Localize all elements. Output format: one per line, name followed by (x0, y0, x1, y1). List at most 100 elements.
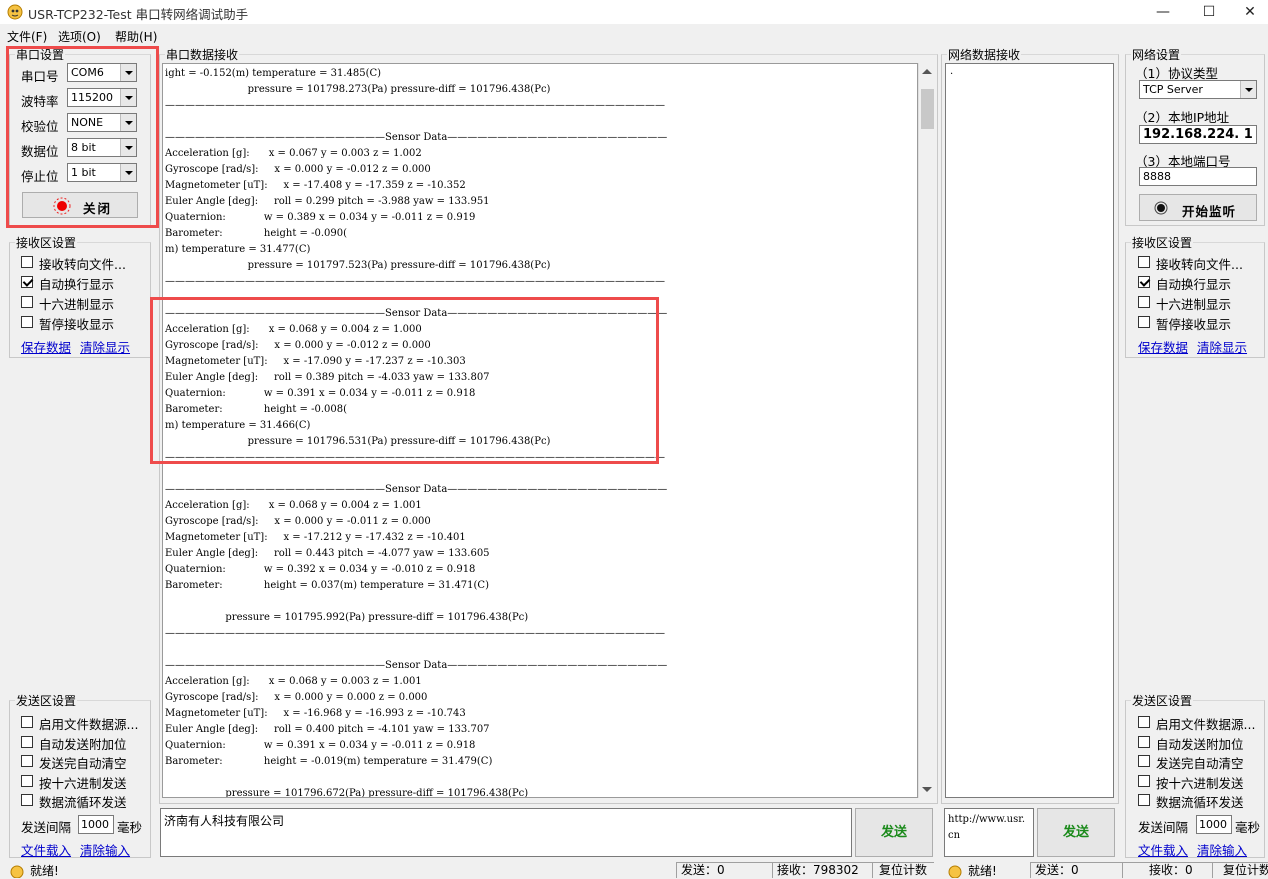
recv-line: pressure = 101796.672(Pa) pressure-diff … (165, 788, 529, 798)
recv-line: ————————————————————————————————————————… (165, 276, 665, 287)
left-send-checkbox-label: 自动发送附加位 (39, 736, 127, 752)
send-interval-unit: 毫秒 (117, 820, 143, 835)
net-recv-textarea[interactable]: . (945, 63, 1114, 798)
title-bar: USR-TCP232-Test 串口转网络调试助手 — ☐ ✕ (0, 0, 1268, 24)
minimize-button[interactable]: — (1140, 0, 1186, 24)
net-send-textarea[interactable]: http://www.usr.cn (944, 808, 1034, 857)
start-listen-button[interactable]: 开始监听 (1139, 194, 1257, 221)
highlight-box-serial-settings (6, 46, 159, 228)
recv-line: Barometer: height = 0.037(m) temperature… (165, 580, 489, 591)
left-recv-checkbox-label: 十六进制显示 (39, 297, 115, 312)
listen-status-icon (1154, 201, 1168, 215)
checkbox-icon[interactable] (1138, 296, 1150, 308)
recv-line: ——————————————————————Sensor Data———————… (165, 132, 668, 143)
checkbox-icon[interactable] (1138, 276, 1150, 288)
menu-options[interactable]: 选项(O) (58, 28, 101, 45)
checkbox-icon[interactable] (1138, 794, 1150, 806)
serial-send-textarea[interactable]: 济南有人科技有限公司 (160, 808, 852, 857)
local-ip-input[interactable]: 192.168.224. 1 (1139, 125, 1257, 144)
send-interval-label: 发送间隔 (21, 820, 72, 835)
load-file-link[interactable]: 文件载入 (21, 840, 71, 859)
serial-send-button[interactable]: 发送 (855, 808, 933, 857)
net-recv-legend: 网络数据接收 (948, 48, 1021, 62)
recv-line: Gyroscope [rad/s]: x = 0.000 y = 0.000 z… (165, 692, 428, 703)
right-clear-display-link[interactable]: 清除显示 (1197, 337, 1247, 356)
right-recv-settings-legend: 接收区设置 (1132, 236, 1193, 250)
clear-input-link[interactable]: 清除输入 (80, 840, 130, 859)
checkbox-icon[interactable] (21, 774, 33, 787)
status-right-recv-count: 接收：0 (1122, 862, 1212, 878)
recv-line (165, 114, 667, 130)
recv-line: Gyroscope [rad/s]: x = 0.000 y = -0.012 … (165, 164, 431, 175)
recv-line (165, 770, 667, 786)
save-data-link[interactable]: 保存数据 (21, 337, 71, 356)
recv-line: Euler Angle [deg]: roll = 0.443 pitch = … (165, 548, 490, 559)
checkbox-icon[interactable] (21, 276, 33, 288)
status-right-send-count: 发送：0 (1030, 862, 1122, 878)
serial-recv-legend: 串口数据接收 (166, 48, 239, 62)
right-recv-checkbox-label: 自动换行显示 (1156, 277, 1232, 292)
menu-file[interactable]: 文件(F) (7, 28, 47, 45)
checkbox-icon[interactable] (1138, 755, 1150, 767)
recv-line: Magnetometer [uT]: x = -16.968 y = -16.9… (165, 708, 466, 719)
menu-bar: 文件(F) 选项(O) 帮助(H) (0, 24, 1268, 46)
right-send-interval-input[interactable]: 1000 (1196, 815, 1232, 834)
recv-line: Barometer: height = -0.019(m) temperatur… (165, 756, 493, 767)
recv-line: ——————————————————————Sensor Data———————… (165, 660, 668, 671)
right-send-checkbox-label: 数据流循环发送 (1156, 795, 1244, 810)
checkbox-icon[interactable] (1138, 774, 1150, 787)
checkbox-icon[interactable] (1138, 735, 1150, 748)
checkbox-icon[interactable] (1138, 256, 1150, 268)
checkbox-icon[interactable] (1138, 716, 1150, 728)
menu-help[interactable]: 帮助(H) (115, 28, 157, 45)
recv-line (165, 594, 667, 610)
maximize-button[interactable]: ☐ (1186, 0, 1232, 24)
recv-line: Quaternion: w = 0.389 x = 0.034 y = -0.0… (165, 212, 476, 223)
status-left-recv-count: 接收：798302 (772, 862, 872, 878)
serial-recv-scrollbar[interactable] (918, 63, 935, 798)
checkbox-icon[interactable] (1138, 316, 1150, 328)
recv-line: ——————————————————————Sensor Data———————… (165, 484, 668, 495)
protocol-select[interactable]: TCP Server (1139, 80, 1257, 99)
scrollbar-thumb[interactable] (921, 89, 934, 129)
net-send-button[interactable]: 发送 (1037, 808, 1115, 857)
send-interval-input[interactable]: 1000 (78, 815, 114, 834)
right-send-interval-unit: 毫秒 (1235, 820, 1261, 835)
recv-line: ight = -0.152(m) temperature = 31.485(C) (165, 68, 382, 79)
right-clear-input-link[interactable]: 清除输入 (1197, 840, 1247, 859)
right-recv-checkbox-label: 接收转向文件... (1156, 257, 1243, 272)
right-send-checkbox-label: 发送完自动清空 (1156, 756, 1244, 771)
recv-line: pressure = 101798.273(Pa) pressure-diff … (165, 84, 551, 95)
checkbox-icon[interactable] (21, 316, 33, 328)
recv-line: ————————————————————————————————————————… (165, 628, 665, 639)
chevron-down-icon (1240, 81, 1256, 98)
checkbox-icon[interactable] (21, 755, 33, 767)
status-left-reset-button[interactable]: 复位计数 (872, 862, 934, 878)
recv-line: Quaternion: w = 0.391 x = 0.034 y = -0.0… (165, 740, 476, 751)
status-right-ready: 就绪! (968, 864, 997, 878)
status-right-reset-button[interactable]: 复位计数 (1212, 862, 1268, 878)
scroll-up-icon[interactable] (922, 69, 932, 74)
start-listen-label: 开始监听 (1182, 204, 1237, 219)
scroll-down-icon[interactable] (922, 787, 932, 792)
right-send-interval-label: 发送间隔 (1138, 820, 1189, 835)
right-send-checkbox-label: 按十六进制发送 (1156, 775, 1244, 791)
right-recv-checkbox-label: 暂停接收显示 (1156, 317, 1232, 332)
recv-line (165, 466, 667, 482)
local-port-input[interactable]: 8888 (1139, 167, 1257, 186)
checkbox-icon[interactable] (21, 794, 33, 806)
checkbox-icon[interactable] (21, 256, 33, 268)
window-title: USR-TCP232-Test 串口转网络调试助手 (28, 7, 249, 22)
checkbox-icon[interactable] (21, 735, 33, 748)
right-load-file-link[interactable]: 文件载入 (1138, 840, 1188, 859)
right-save-data-link[interactable]: 保存数据 (1138, 337, 1188, 356)
left-recv-checkbox-label: 暂停接收显示 (39, 317, 115, 332)
checkbox-icon[interactable] (21, 296, 33, 308)
net-settings-legend: 网络设置 (1132, 48, 1181, 62)
protocol-select-value: TCP Server (1143, 83, 1203, 96)
checkbox-icon[interactable] (21, 716, 33, 728)
left-send-checkbox-label: 按十六进制发送 (39, 775, 127, 791)
right-recv-checkbox-label: 十六进制显示 (1156, 297, 1232, 312)
close-window-button[interactable]: ✕ (1232, 0, 1268, 24)
clear-display-link[interactable]: 清除显示 (80, 337, 130, 356)
